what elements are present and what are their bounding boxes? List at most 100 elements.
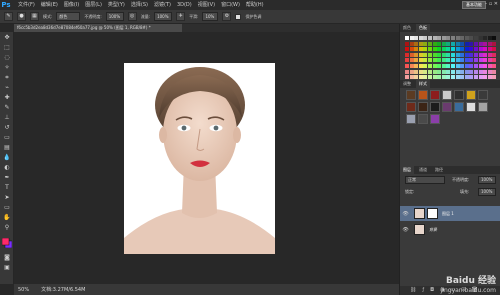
flow-field[interactable]: 100% [154, 12, 173, 21]
brush-tool-icon[interactable]: ✎ [4, 12, 13, 21]
color-swatch[interactable] [487, 75, 492, 80]
layer-row-selected[interactable]: 👁 图层 1 [400, 206, 500, 221]
color-swatch[interactable] [483, 58, 488, 63]
color-swatch[interactable] [478, 58, 483, 63]
color-swatch[interactable] [483, 69, 488, 74]
color-swatch[interactable] [483, 64, 488, 68]
eyedropper-tool-icon[interactable]: ⌁ [3, 84, 11, 92]
color-swatch[interactable] [405, 58, 409, 63]
shape-tool-icon[interactable]: ▭ [3, 204, 11, 212]
color-swatch[interactable] [409, 58, 414, 63]
lasso-tool-icon[interactable]: ◌ [3, 54, 11, 62]
pen-tool-icon[interactable]: ✒ [3, 174, 11, 182]
color-swatch[interactable] [464, 52, 469, 57]
color-swatch[interactable] [474, 52, 478, 57]
link-icon[interactable]: ⛓ [410, 286, 416, 295]
path-select-tool-icon[interactable]: ➤ [3, 194, 11, 202]
color-swatch[interactable] [478, 41, 483, 46]
color-swatch[interactable] [414, 47, 419, 52]
color-swatch[interactable] [437, 69, 442, 74]
brush-preset-icon[interactable]: ● [17, 12, 26, 21]
settings-gear-icon[interactable]: ⚙ [222, 12, 232, 21]
color-swatch[interactable] [487, 52, 492, 57]
color-swatch[interactable] [492, 64, 497, 68]
brush-tool-icon-sidebar[interactable]: ✎ [3, 104, 11, 112]
color-swatch[interactable] [409, 36, 414, 40]
color-swatch[interactable] [409, 52, 414, 57]
tab-paths[interactable]: 路径 [432, 166, 446, 174]
clone-stamp-tool-icon[interactable]: ⊥ [3, 114, 11, 122]
color-swatch[interactable] [428, 52, 432, 57]
color-swatch[interactable] [432, 36, 437, 40]
color-swatch[interactable] [487, 41, 492, 46]
style-swatch[interactable] [442, 102, 452, 112]
zoom-level[interactable]: 50% [18, 287, 29, 293]
color-swatch[interactable] [437, 75, 442, 80]
color-swatch[interactable] [418, 75, 423, 80]
color-swatch[interactable] [428, 69, 432, 74]
color-swatch[interactable] [469, 47, 474, 52]
color-swatch[interactable] [474, 64, 478, 68]
color-swatch[interactable] [423, 75, 428, 80]
color-swatch[interactable] [464, 58, 469, 63]
color-swatch[interactable] [432, 75, 437, 80]
color-swatch[interactable] [405, 69, 409, 74]
color-swatch[interactable] [469, 52, 474, 57]
color-swatch[interactable] [432, 41, 437, 46]
style-swatch[interactable] [418, 114, 428, 124]
color-swatch[interactable] [432, 69, 437, 74]
color-swatch[interactable] [478, 69, 483, 74]
style-swatch[interactable] [430, 90, 440, 100]
color-swatch[interactable] [451, 58, 455, 63]
tab-channels[interactable]: 通道 [416, 166, 430, 174]
color-swatch[interactable] [414, 69, 419, 74]
color-swatch[interactable] [455, 41, 460, 46]
color-swatch[interactable] [446, 64, 451, 68]
color-swatch[interactable] [469, 36, 474, 40]
color-swatch[interactable] [460, 58, 465, 63]
color-swatch[interactable] [478, 47, 483, 52]
screen-mode-icon[interactable]: ▣ [3, 264, 11, 272]
color-swatch[interactable] [460, 47, 465, 52]
color-swatch[interactable] [483, 47, 488, 52]
color-swatch[interactable] [418, 69, 423, 74]
color-swatches-icon[interactable] [1, 237, 13, 249]
color-swatch[interactable] [446, 52, 451, 57]
color-swatch[interactable] [441, 64, 446, 68]
color-swatch[interactable] [487, 36, 492, 40]
color-swatch[interactable] [487, 47, 492, 52]
color-swatch[interactable] [478, 75, 483, 80]
color-swatch[interactable] [464, 69, 469, 74]
style-swatch[interactable] [466, 102, 476, 112]
style-swatch[interactable] [454, 90, 464, 100]
gradient-tool-icon[interactable]: ▤ [3, 144, 11, 152]
brush-panel-icon[interactable]: ▦ [30, 12, 39, 21]
color-swatch[interactable] [460, 64, 465, 68]
color-swatch[interactable] [455, 58, 460, 63]
color-swatch[interactable] [405, 47, 409, 52]
color-swatch[interactable] [460, 36, 465, 40]
color-swatch[interactable] [478, 36, 483, 40]
menu-select[interactable]: 选择(S) [131, 0, 148, 10]
history-brush-tool-icon[interactable]: ↺ [3, 124, 11, 132]
fx-icon[interactable]: ƒ [422, 286, 424, 295]
style-swatch[interactable] [478, 90, 488, 100]
color-swatch[interactable] [478, 52, 483, 57]
opacity-field[interactable]: 100% [105, 12, 124, 21]
color-swatch[interactable] [432, 52, 437, 57]
menu-3d[interactable]: 3D(D) [177, 0, 192, 10]
color-swatch[interactable] [492, 69, 497, 74]
color-swatch[interactable] [428, 75, 432, 80]
color-swatch[interactable] [414, 52, 419, 57]
color-swatch[interactable] [474, 69, 478, 74]
color-swatch[interactable] [418, 36, 423, 40]
document-tab[interactable]: f6cc5b3d2ea8d36d7e87084ef60a77.jpg @ 50%… [14, 24, 182, 32]
quick-mask-icon[interactable]: ◙ [3, 254, 11, 262]
color-swatch[interactable] [451, 36, 455, 40]
color-swatch[interactable] [446, 36, 451, 40]
color-swatch[interactable] [469, 69, 474, 74]
style-swatch[interactable] [442, 90, 452, 100]
color-swatch[interactable] [455, 75, 460, 80]
color-swatch[interactable] [474, 41, 478, 46]
color-swatch[interactable] [405, 36, 409, 40]
